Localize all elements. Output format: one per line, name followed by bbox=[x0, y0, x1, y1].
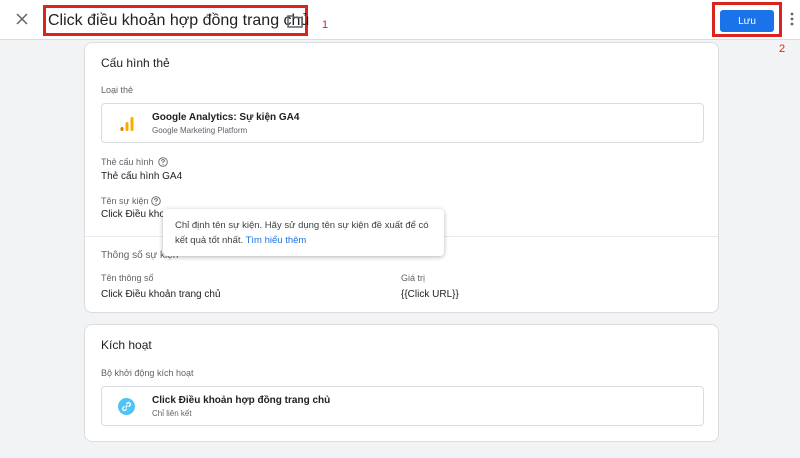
save-button[interactable]: Lưu bbox=[720, 10, 774, 32]
param-name: Click Điều khoản trang chủ bbox=[101, 289, 221, 300]
link-icon bbox=[118, 398, 135, 415]
param-name-header: Tên thông số bbox=[101, 273, 154, 283]
trigger-label: Bộ khởi động kích hoạt bbox=[101, 368, 194, 378]
event-name-tooltip: Chỉ định tên sự kiện. Hãy sử dụng tên sự… bbox=[163, 209, 444, 256]
tag-type-label: Loại thẻ bbox=[101, 85, 134, 95]
tag-type-selector[interactable]: Google Analytics: Sự kiện GA4 Google Mar… bbox=[101, 103, 704, 143]
config-card-title: Cấu hình thẻ bbox=[101, 56, 170, 70]
help-icon[interactable] bbox=[158, 157, 168, 167]
google-analytics-icon bbox=[120, 117, 134, 131]
help-icon[interactable] bbox=[151, 196, 161, 206]
trigger-type: Chỉ liên kết bbox=[152, 409, 192, 418]
close-button[interactable] bbox=[11, 8, 33, 30]
tag-title[interactable]: Click điều khoản hợp đồng trang chủ bbox=[48, 12, 309, 30]
top-bar: Click điều khoản hợp đồng trang chủ 1 Lư… bbox=[0, 0, 800, 40]
param-value-header: Giá trị bbox=[401, 273, 426, 283]
save-highlight: Lưu bbox=[712, 2, 782, 37]
config-tag-value: Thẻ cấu hình GA4 bbox=[101, 171, 183, 182]
annotation-1: 1 bbox=[322, 19, 329, 31]
triggering-card[interactable]: Kích hoạt Bộ khởi động kích hoạt Click Đ… bbox=[84, 324, 719, 442]
param-value: {{Click URL}} bbox=[401, 289, 459, 300]
trigger-name: Click Điều khoản hợp đồng trang chủ bbox=[152, 395, 331, 406]
event-name-label: Tên sự kiện bbox=[101, 196, 149, 206]
tag-configuration-card[interactable]: Cấu hình thẻ Loại thẻ Google Analytics: … bbox=[84, 42, 719, 313]
close-icon bbox=[16, 13, 28, 25]
annotation-2: 2 bbox=[779, 43, 786, 55]
config-tag-label: Thẻ cấu hình bbox=[101, 157, 154, 167]
tag-type-name: Google Analytics: Sự kiện GA4 bbox=[152, 112, 300, 123]
folder-icon[interactable] bbox=[286, 12, 304, 30]
tag-title-highlight: Click điều khoản hợp đồng trang chủ bbox=[43, 5, 309, 36]
learn-more-link[interactable]: Tìm hiểu thêm bbox=[246, 235, 307, 246]
tag-type-vendor: Google Marketing Platform bbox=[152, 126, 248, 135]
trigger-item[interactable]: Click Điều khoản hợp đồng trang chủ Chỉ … bbox=[101, 386, 704, 426]
trigger-card-title: Kích hoạt bbox=[101, 338, 152, 352]
more-vert-icon[interactable] bbox=[786, 11, 798, 27]
event-name-value: Click Điều kho bbox=[101, 209, 165, 220]
